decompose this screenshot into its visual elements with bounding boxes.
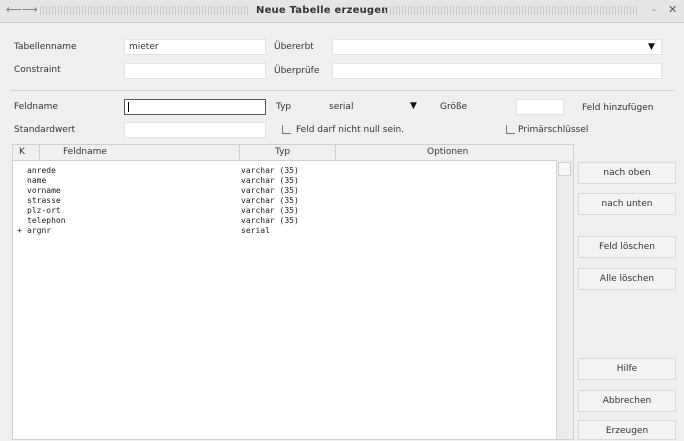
row-name: vorname [27,186,61,195]
row-name: argnr [27,226,52,235]
inherits-select[interactable] [332,39,662,55]
row-type: varchar (35) [241,186,299,195]
check-input[interactable] [332,63,662,79]
delete-field-button[interactable]: Feld löschen [578,236,676,258]
move-down-button[interactable]: nach unten [578,193,676,215]
table-row[interactable]: plz-ort varchar (35) [13,206,553,216]
table-scrollbar[interactable] [556,160,573,439]
row-type: varchar (35) [241,176,299,185]
chevron-down-icon[interactable]: ▼ [648,42,655,52]
title-grip-left [40,6,250,15]
column-header-name[interactable]: Feldname [63,147,107,157]
check-label: Überprüfe [274,66,320,76]
row-name: strasse [27,196,61,205]
table-name-label: Tabellenname [14,42,77,52]
row-name: anrede [27,166,56,175]
forward-arrow-icon[interactable]: ⟶ [22,3,38,17]
title-bar[interactable]: ⟵ ⟶ Neue Tabelle erzeugen - ✕ [0,0,684,23]
table-row[interactable]: + argnr serial [13,226,553,236]
column-header-type[interactable]: Typ [275,147,290,157]
cancel-button[interactable]: Abbrechen [578,390,676,412]
column-divider [335,145,336,160]
primary-key-checkbox[interactable] [506,125,515,134]
inherits-label: Übererbt [274,42,314,52]
scrollbar-thumb[interactable] [558,162,571,176]
column-header-options[interactable]: Optionen [427,147,468,157]
column-divider [39,145,40,160]
field-name-input[interactable] [124,99,266,115]
type-label: Typ [276,102,292,112]
default-value-input[interactable] [124,122,266,138]
row-name: name [27,176,47,185]
row-name: telephon [27,216,66,225]
table-row[interactable]: vorname varchar (35) [13,186,553,196]
window-title: Neue Tabelle erzeugen [256,5,389,16]
table-row[interactable]: telephon varchar (35) [13,216,553,226]
create-table-dialog: ⟵ ⟶ Neue Tabelle erzeugen - ✕ Tabellenna… [0,0,684,440]
not-null-label: Feld darf nicht null sein. [296,125,405,135]
back-arrow-icon[interactable]: ⟵ [6,3,22,17]
move-up-button[interactable]: nach oben [578,162,676,184]
not-null-checkbox[interactable] [282,125,291,134]
row-type: varchar (35) [241,196,299,205]
primary-key-label: Primärschlüssel [518,125,589,135]
fields-table[interactable]: K Feldname Typ Optionen anrede varchar (… [12,144,574,440]
close-icon[interactable]: ✕ [668,3,677,17]
help-button[interactable]: Hilfe [578,358,676,380]
table-name-input[interactable]: mieter [124,39,266,55]
table-header: K Feldname Typ Optionen [13,145,573,161]
row-key: + [17,226,22,235]
title-grip-right [384,6,638,15]
table-row[interactable]: name varchar (35) [13,176,553,186]
size-label: Größe [440,102,468,112]
row-type: varchar (35) [241,166,299,175]
row-type: varchar (35) [241,216,299,225]
size-input[interactable] [516,99,564,115]
field-name-label: Feldname [14,102,58,112]
default-value-label: Standardwert [14,125,76,135]
minimize-icon[interactable]: - [652,3,656,17]
row-type: varchar (35) [241,206,299,215]
create-button[interactable]: Erzeugen [578,420,676,440]
type-select[interactable]: serial [324,99,424,115]
row-type: serial [241,226,270,235]
constraint-input[interactable] [124,63,266,79]
table-row[interactable]: anrede varchar (35) [13,166,553,176]
add-field-button[interactable]: Feld hinzufügen [582,103,653,113]
delete-all-button[interactable]: Alle löschen [578,268,676,290]
chevron-down-icon[interactable]: ▼ [410,101,417,111]
table-row[interactable]: strasse varchar (35) [13,196,553,206]
row-name: plz-ort [27,206,61,215]
separator [10,90,674,91]
column-divider [239,145,240,160]
constraint-label: Constraint [14,65,61,75]
column-header-key[interactable]: K [19,147,25,157]
